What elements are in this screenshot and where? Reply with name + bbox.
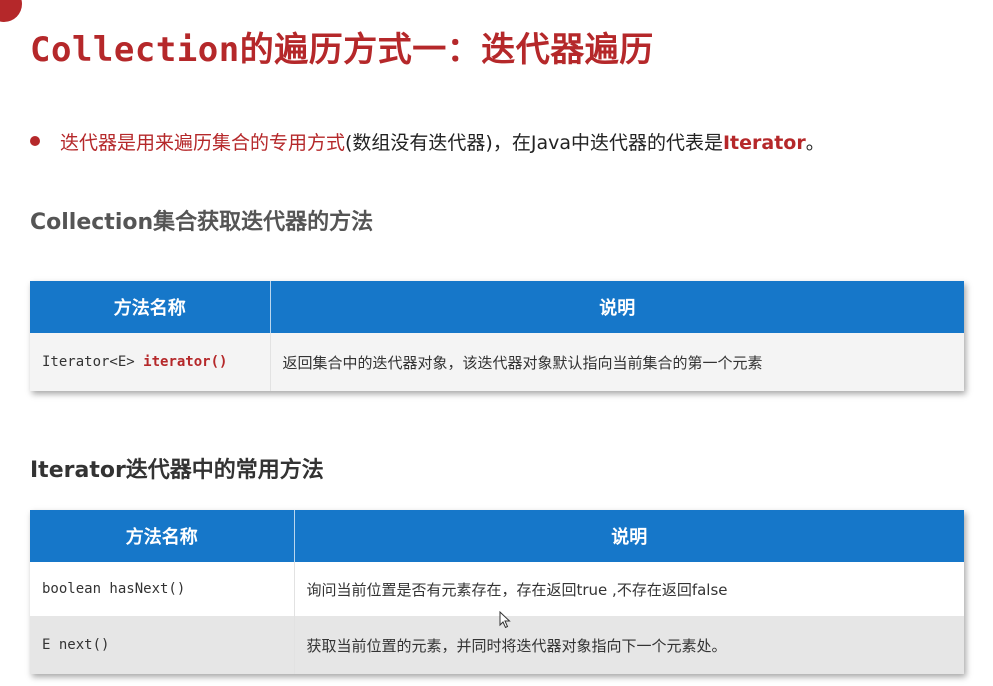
title-keyword: Collection	[30, 30, 240, 70]
header-method-name: 方法名称	[30, 281, 271, 333]
method-cell: boolean hasNext()	[30, 562, 295, 616]
bullet-keyword: Iterator	[722, 132, 806, 154]
bullet-end: 。	[805, 132, 825, 154]
collection-method-table: 方法名称 说明 Iterator<E> iterator() 返回集合中的迭代器…	[30, 281, 964, 391]
method-return-type: Iterator<E>	[42, 354, 144, 370]
description-cell: 询问当前位置是否有元素存在，存在返回true ,不存在返回false	[294, 562, 964, 616]
header-description: 说明	[270, 281, 964, 333]
mouse-cursor-icon	[499, 610, 511, 633]
table-row: E next() 获取当前位置的元素，并同时将迭代器对象指向下一个元素处。	[30, 616, 964, 674]
description-cell: 返回集合中的迭代器对象，该迭代器对象默认指向当前集合的第一个元素	[270, 333, 964, 391]
page-title: Collection的遍历方式一：迭代器遍历	[30, 22, 654, 71]
section-title-collection: Collection集合获取迭代器的方法	[30, 210, 374, 235]
bullet-normal-text: (数组没有迭代器)，在Java中迭代器的代表是	[345, 132, 723, 154]
method-cell: Iterator<E> iterator()	[30, 333, 271, 391]
method-name: iterator()	[143, 354, 228, 370]
title-text: 的遍历方式一：迭代器遍历	[239, 30, 654, 70]
table-row: Iterator<E> iterator() 返回集合中的迭代器对象，该迭代器对…	[30, 333, 964, 391]
table-header-row: 方法名称 说明	[30, 510, 964, 562]
header-description: 说明	[294, 510, 964, 562]
description-cell: 获取当前位置的元素，并同时将迭代器对象指向下一个元素处。	[294, 616, 964, 674]
method-cell: E next()	[30, 616, 295, 674]
table-row: boolean hasNext() 询问当前位置是否有元素存在，存在返回true…	[30, 562, 964, 616]
bullet-icon	[30, 136, 40, 146]
table-header-row: 方法名称 说明	[30, 281, 964, 333]
intro-bullet: 迭代器是用来遍历集合的专用方式(数组没有迭代器)，在Java中迭代器的代表是It…	[30, 128, 825, 155]
section-title-iterator: Iterator迭代器中的常用方法	[30, 458, 324, 483]
corner-decoration	[0, 0, 22, 22]
header-method-name: 方法名称	[30, 510, 295, 562]
bullet-red-text: 迭代器是用来遍历集合的专用方式	[60, 132, 346, 154]
iterator-method-table: 方法名称 说明 boolean hasNext() 询问当前位置是否有元素存在，…	[30, 510, 964, 674]
